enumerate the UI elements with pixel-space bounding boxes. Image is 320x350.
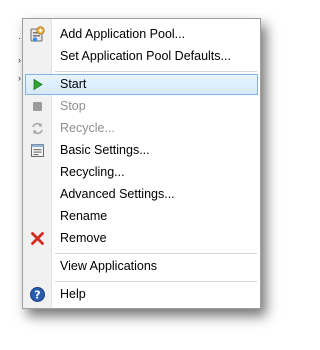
menu-item-set-application-pool-defaults[interactable]: Set Application Pool Defaults... [25, 46, 258, 67]
play-icon [29, 76, 46, 93]
menu-separator [55, 281, 257, 282]
menu-item-stop[interactable]: Stop [25, 96, 258, 117]
menu-separator [55, 71, 257, 72]
svg-text:?: ? [34, 289, 40, 302]
menu-item-label: Start [60, 77, 87, 91]
menu-item-label: Help [60, 287, 86, 301]
menu-item-label: Add Application Pool... [60, 27, 186, 41]
menu-item-label: Recycling... [60, 165, 125, 179]
menu-item-rename[interactable]: Rename [25, 206, 258, 227]
recycle-icon [29, 120, 46, 137]
stop-icon [29, 98, 46, 115]
menu-item-recycling[interactable]: Recycling... [25, 162, 258, 183]
menu-item-label: View Applications [60, 259, 158, 273]
menu-item-view-applications[interactable]: View Applications [25, 256, 258, 277]
menu-item-label: Remove [60, 231, 107, 245]
menu-item-remove[interactable]: Remove [25, 228, 258, 249]
context-menu: Add Application Pool... Set Application … [22, 18, 261, 309]
menu-item-label: Recycle... [60, 121, 115, 135]
menu-item-help[interactable]: ? Help [25, 284, 258, 305]
menu-item-label: Set Application Pool Defaults... [60, 49, 231, 63]
help-icon: ? [29, 286, 46, 303]
menu-item-add-application-pool[interactable]: Add Application Pool... [25, 24, 258, 45]
menu-item-advanced-settings[interactable]: Advanced Settings... [25, 184, 258, 205]
menu-item-start[interactable]: Start [25, 74, 258, 95]
menu-item-label: Stop [60, 99, 86, 113]
menu-item-recycle[interactable]: Recycle... [25, 118, 258, 139]
menu-item-basic-settings[interactable]: Basic Settings... [25, 140, 258, 161]
menu-separator [55, 253, 257, 254]
app-pool-add-icon [29, 26, 46, 43]
remove-x-icon [29, 230, 46, 247]
settings-page-icon [29, 142, 46, 159]
menu-item-label: Rename [60, 209, 108, 223]
menu-item-label: Basic Settings... [60, 143, 150, 157]
menu-item-label: Advanced Settings... [60, 187, 175, 201]
